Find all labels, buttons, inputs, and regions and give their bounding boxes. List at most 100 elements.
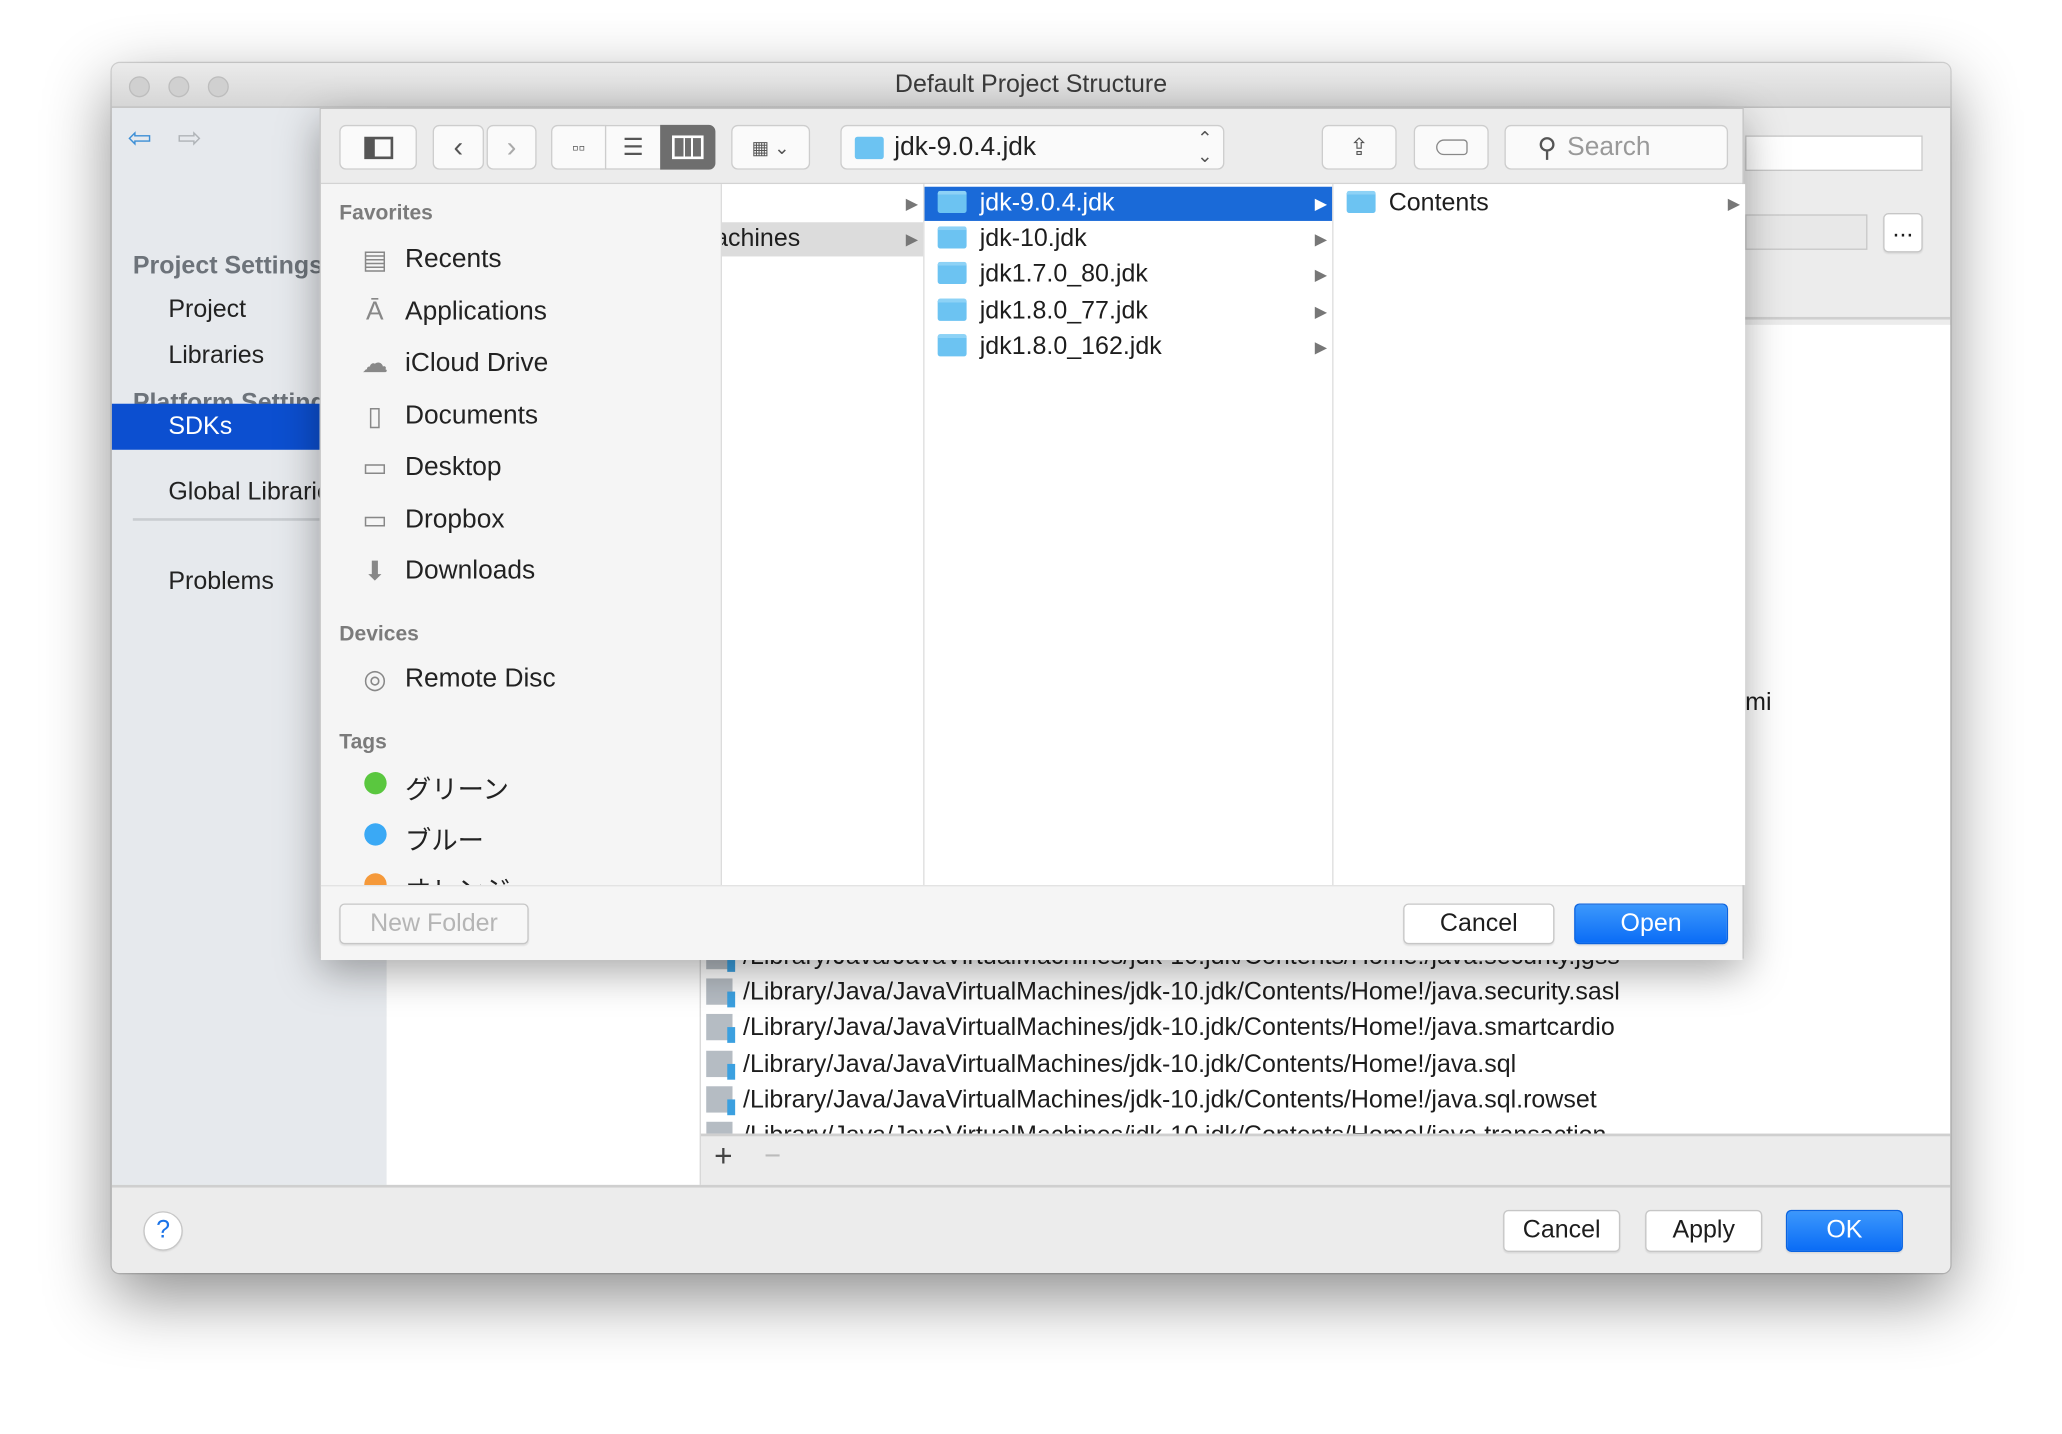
sidebar-item-documents[interactable]: ▯ Documents — [358, 397, 539, 434]
list-item[interactable]: /Library/Java/JavaVirtualMachines/jdk-10… — [706, 1082, 1597, 1118]
sidebar-item-downloads[interactable]: ⬇ Downloads — [358, 552, 535, 589]
path-popup-label: jdk-9.0.4.jdk — [894, 132, 1037, 162]
disclosure-triangle-icon: ▶ — [1314, 265, 1327, 285]
column-item[interactable]: jdk-10.jdk ▶ — [925, 222, 1333, 256]
close-window-button[interactable] — [128, 76, 150, 98]
sdk-home-path-field[interactable] — [1745, 214, 1868, 250]
disclosure-triangle-icon: ▶ — [905, 230, 918, 249]
sidebar-item-icloud-drive[interactable]: ☁ iCloud Drive — [358, 345, 549, 382]
dialog-cancel-button[interactable]: Cancel — [1403, 903, 1555, 945]
list-item[interactable]: /Library/Java/JavaVirtualMachines/jdk-10… — [706, 974, 1620, 1010]
browser-column-1: ▶ achines ▶ — [721, 184, 925, 886]
column-item[interactable]: Contents ▶ — [1334, 187, 1746, 221]
column-item[interactable]: jdk1.8.0_77.jdk ▶ — [925, 295, 1333, 329]
sidebar-item-tag-orange[interactable]: オレンジ — [358, 869, 510, 886]
forward-arrow-icon[interactable]: ⇨ — [178, 121, 202, 155]
sidebar-item-applications[interactable]: Ā Applications — [358, 293, 547, 330]
column-item[interactable]: achines ▶ — [721, 222, 924, 257]
finder-sidebar: Favorites ▤ Recents Ā Applications ☁ iCloud… — [320, 184, 722, 886]
bottom-bar: ? Cancel Apply OK — [111, 1184, 1951, 1274]
column-item-selected[interactable]: jdk-9.0.4.jdk ▶ — [924, 186, 1333, 221]
updown-chevron-icon: ⌃ ⌄ — [1197, 127, 1213, 166]
module-folder-icon — [706, 1013, 736, 1043]
tag-icon — [1435, 139, 1467, 156]
open-file-dialog: ‹ › ▫▫ ☰ ▦ ⌄ jdk-9.0.4.jdk ⌃ ⌄ ⇪ ⚲ Search … — [319, 107, 1746, 961]
documents-icon: ▯ — [367, 401, 383, 431]
sidebar-item-tag-blue[interactable]: ブルー — [358, 819, 484, 856]
apply-button[interactable]: Apply — [1645, 1209, 1763, 1252]
disclosure-triangle-icon: ▶ — [905, 194, 918, 214]
folder-icon: ▭ — [362, 505, 388, 535]
tags-header: Tags — [339, 731, 387, 754]
column-view-button[interactable] — [660, 124, 716, 170]
module-folder-icon — [706, 1086, 736, 1116]
cancel-button[interactable]: Cancel — [1503, 1209, 1621, 1252]
module-folder-icon — [706, 978, 736, 1008]
columns-icon — [672, 135, 704, 160]
folder-icon — [1346, 190, 1376, 214]
blue-tag-dot-icon — [363, 822, 386, 845]
column-item[interactable]: ▶ — [722, 187, 923, 221]
open-button[interactable]: Open — [1574, 903, 1729, 945]
ok-button[interactable]: OK — [1785, 1209, 1903, 1252]
disclosure-triangle-icon: ▶ — [1314, 302, 1327, 321]
folder-icon — [937, 298, 967, 321]
chevron-left-icon: ‹ — [453, 130, 464, 164]
orange-tag-dot-icon — [363, 872, 386, 886]
disclosure-triangle-icon: ▶ — [1314, 337, 1327, 357]
column-item[interactable]: jdk1.7.0_80.jdk ▶ — [925, 258, 1333, 292]
downloads-icon: ⬇ — [363, 556, 386, 586]
share-button[interactable]: ⇪ — [1321, 124, 1397, 170]
list-item[interactable]: /Library/Java/JavaVirtualMachines/jdk-10… — [706, 1010, 1615, 1046]
window-title: Default Project Structure — [894, 71, 1168, 99]
path-popup[interactable]: jdk-9.0.4.jdk ⌃ ⌄ — [840, 124, 1225, 170]
zoom-window-button[interactable] — [207, 76, 229, 98]
share-icon: ⇪ — [1349, 133, 1370, 160]
sidebar-item-problems[interactable]: Problems — [168, 568, 274, 597]
folder-icon — [937, 226, 967, 249]
dialog-toolbar: ‹ › ▫▫ ☰ ▦ ⌄ jdk-9.0.4.jdk ⌃ ⌄ ⇪ ⚲ Search — [320, 109, 1743, 185]
browser-column-2: jdk-9.0.4.jdk ▶ jdk-10.jdk ▶ jdk1.7.0_80.j… — [924, 184, 1334, 886]
list-item[interactable]: /Library/Java/JavaVirtualMachines/jdk-10… — [706, 1047, 1516, 1083]
disclosure-triangle-icon: ▶ — [1314, 194, 1327, 214]
sidebar-item-desktop[interactable]: ▭ Desktop — [358, 448, 501, 485]
module-folder-icon — [706, 1050, 736, 1080]
browse-button[interactable]: ... — [1883, 213, 1923, 253]
column-item[interactable]: jdk1.8.0_162.jdk ▶ — [925, 330, 1333, 364]
browser-column-3: Contents ▶ — [1333, 184, 1746, 886]
sidebar-item-project[interactable]: Project — [168, 296, 246, 325]
add-button[interactable]: + — [714, 1139, 732, 1176]
list-toolbar: + − — [700, 1133, 1951, 1185]
disclosure-triangle-icon: ▶ — [1314, 230, 1327, 249]
search-field[interactable]: ⚲ Search — [1504, 124, 1729, 170]
tag-button[interactable] — [1413, 124, 1489, 170]
arrange-grid-icon: ▦ ⌄ — [751, 136, 790, 158]
folder-icon — [937, 190, 967, 214]
sidebar-item-dropbox[interactable]: ▭ Dropbox — [358, 501, 504, 538]
sidebar-item-recents[interactable]: ▤ Recents — [358, 241, 501, 278]
back-button[interactable]: ‹ — [432, 124, 484, 170]
desktop-icon: ▭ — [362, 453, 388, 482]
new-folder-button[interactable]: New Folder — [339, 903, 529, 945]
sidebar-item-remote-disc[interactable]: ◎ Remote Disc — [358, 660, 555, 697]
cloud-icon: ☁ — [361, 349, 388, 379]
sidebar-icon — [363, 136, 393, 159]
list-item[interactable]: /Library/Java/JavaVirtualMachines/jdk-10… — [706, 1118, 1606, 1134]
remove-button[interactable]: − — [764, 1139, 781, 1173]
sidebar-toggle-button[interactable] — [339, 124, 417, 170]
devices-header: Devices — [339, 623, 419, 646]
title-bar: Default Project Structure — [111, 63, 1951, 108]
minimize-window-button[interactable] — [168, 76, 190, 98]
list-icon: ☰ — [622, 133, 644, 160]
back-arrow-icon[interactable]: ⇦ — [128, 121, 152, 155]
sidebar-item-global-libraries[interactable]: Global Libraries — [168, 479, 343, 508]
help-button[interactable]: ? — [143, 1211, 183, 1251]
sidebar-item-sdks[interactable]: SDKs — [168, 413, 232, 442]
list-view-button[interactable]: ☰ — [604, 124, 662, 170]
sidebar-item-tag-green[interactable]: グリーン — [358, 768, 509, 805]
forward-button[interactable]: › — [486, 124, 537, 170]
sdk-name-field[interactable] — [1745, 135, 1923, 171]
icon-view-button[interactable]: ▫▫ — [551, 124, 607, 170]
sidebar-item-libraries[interactable]: Libraries — [168, 342, 264, 371]
arrange-button[interactable]: ▦ ⌄ — [731, 124, 811, 170]
